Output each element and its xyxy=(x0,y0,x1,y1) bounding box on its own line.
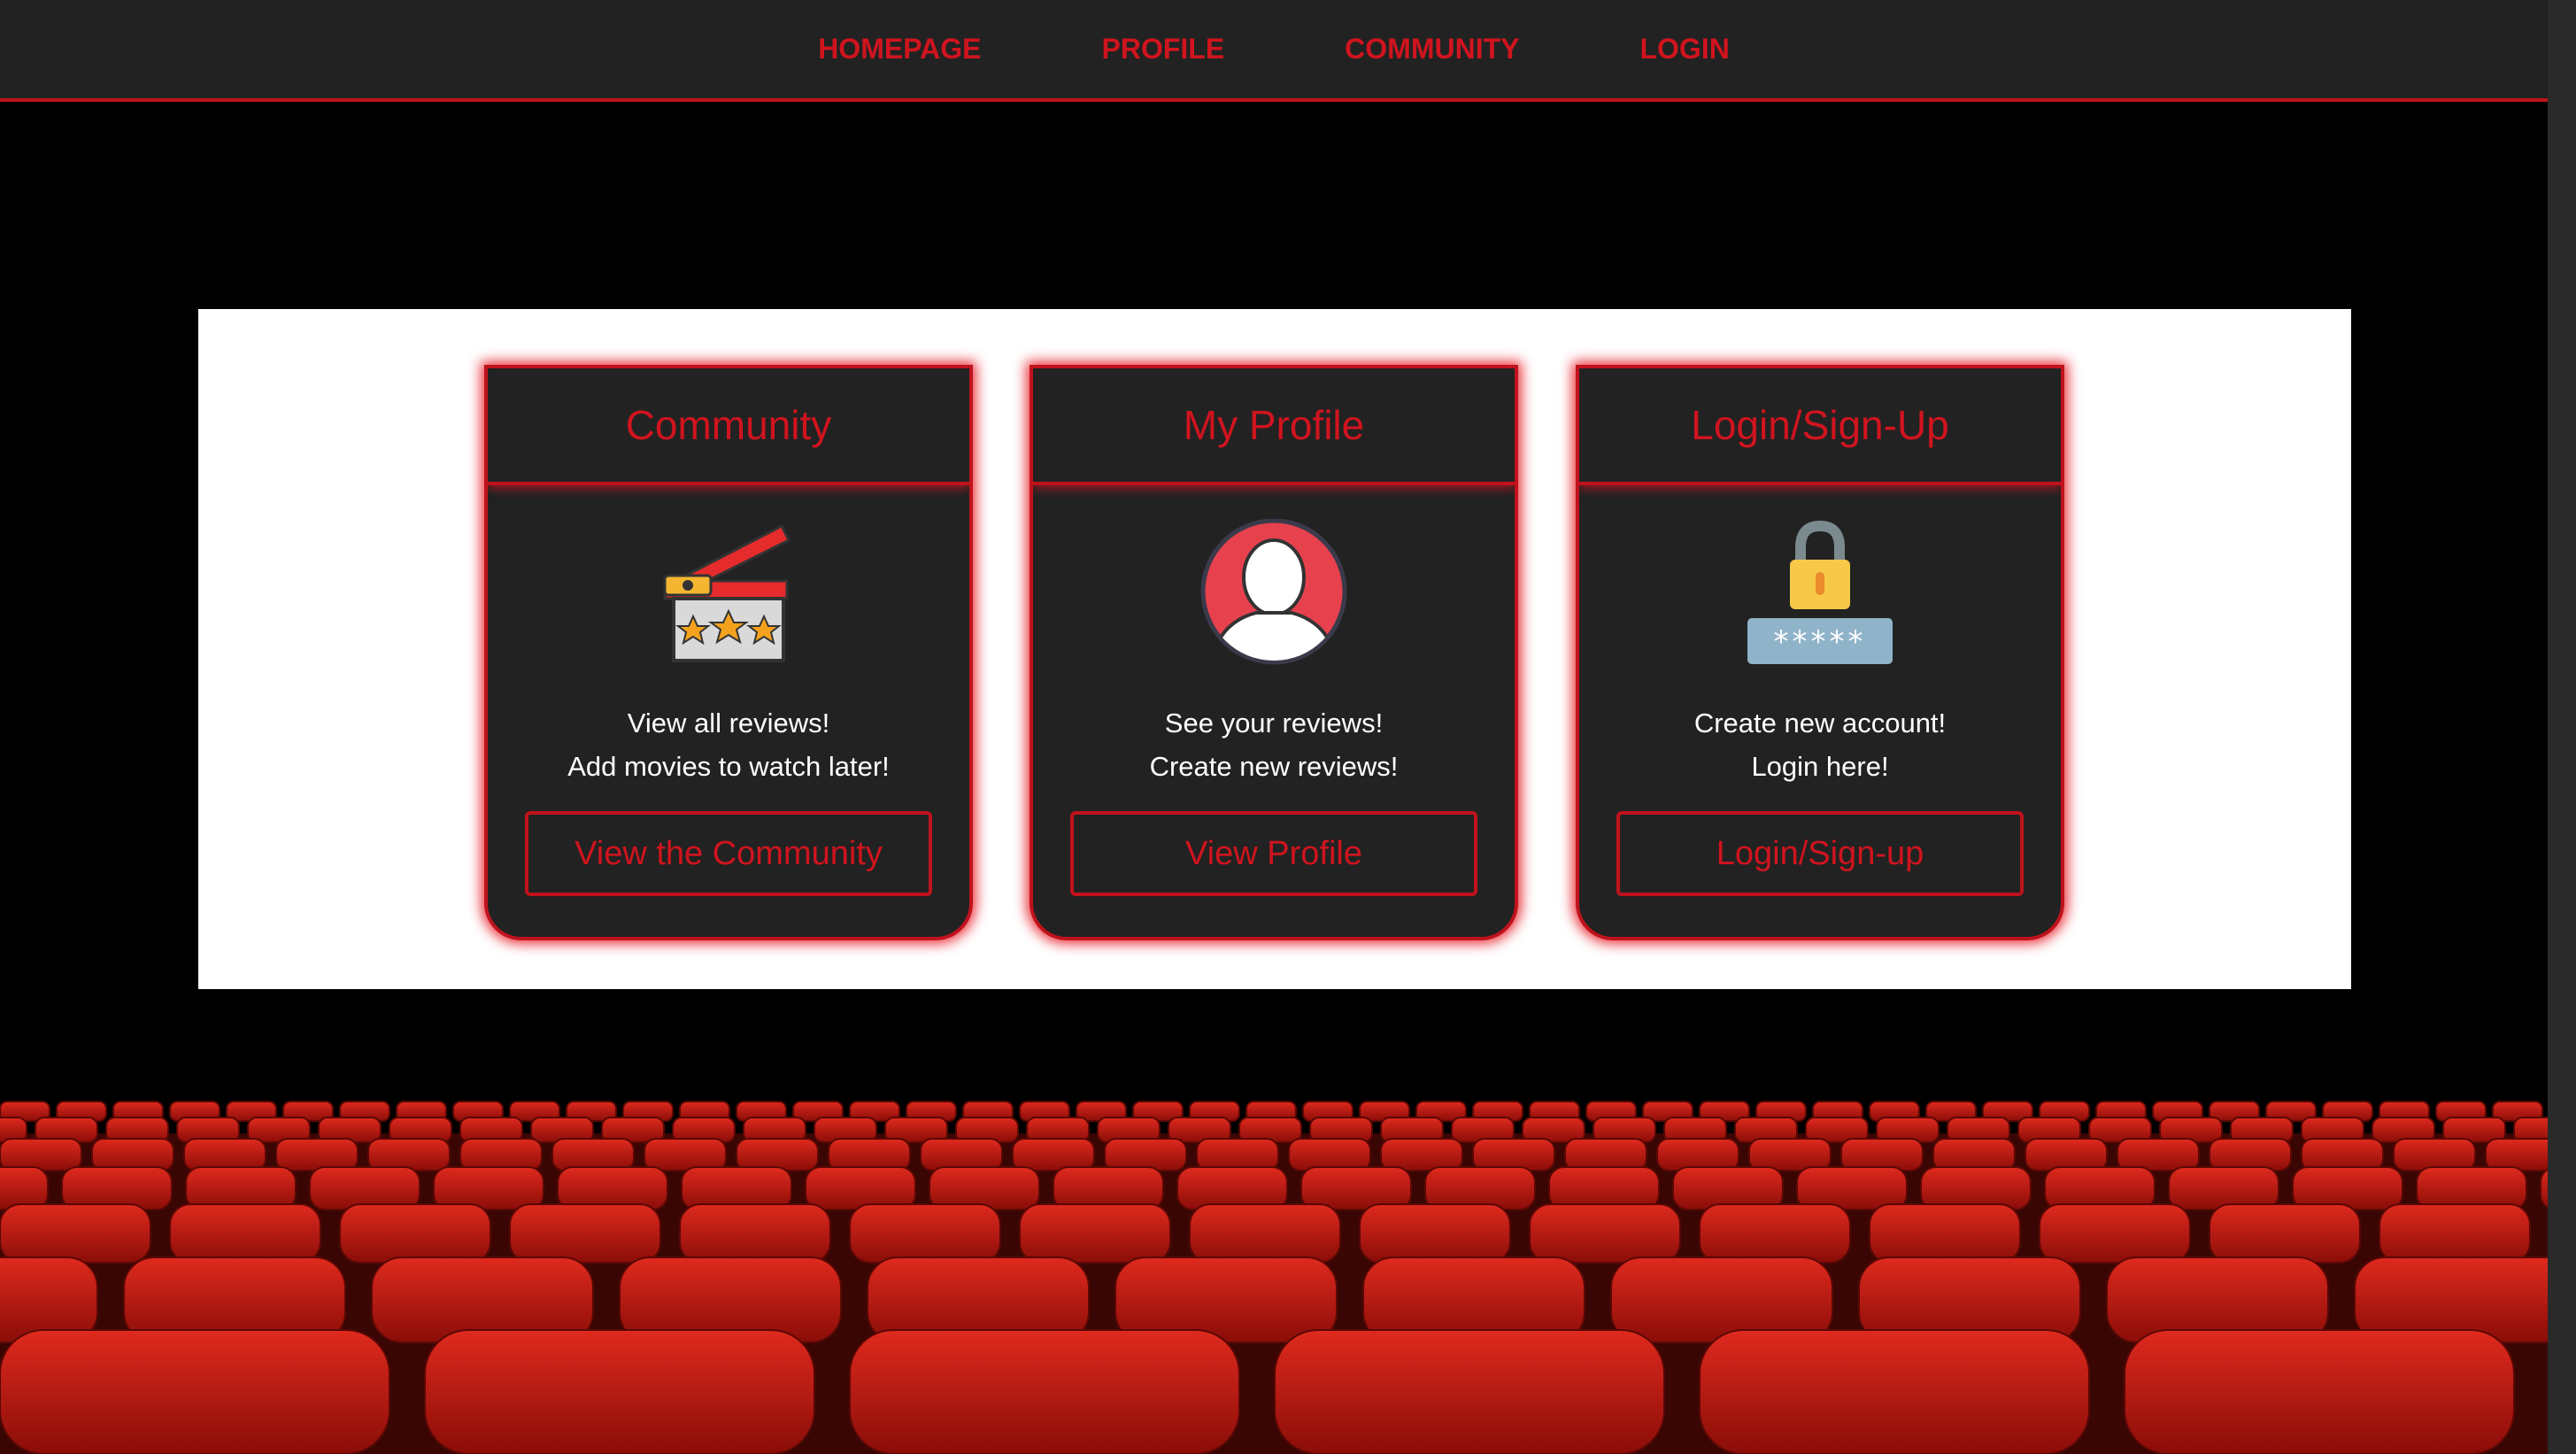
seat xyxy=(61,1166,173,1210)
seat xyxy=(679,1203,831,1264)
seat xyxy=(557,1166,668,1210)
seat xyxy=(1053,1166,1164,1210)
card-title: Community xyxy=(625,402,832,448)
seat xyxy=(2416,1166,2527,1210)
seat xyxy=(1424,1166,1536,1210)
clapperboard-stars-icon xyxy=(663,523,791,662)
seat xyxy=(1196,1138,1279,1172)
seat xyxy=(185,1166,297,1210)
seat xyxy=(805,1166,916,1210)
seat xyxy=(929,1166,1040,1210)
seat xyxy=(2209,1203,2361,1264)
seat xyxy=(2025,1138,2108,1172)
seat xyxy=(2379,1203,2531,1264)
seat xyxy=(2039,1203,2191,1264)
seat xyxy=(2124,1329,2515,1454)
login-signup-button[interactable]: Login/Sign-up xyxy=(1616,811,2024,896)
seat xyxy=(2209,1138,2292,1172)
seat xyxy=(1932,1138,2016,1172)
card-title: Login/Sign-Up xyxy=(1691,402,1949,448)
seat xyxy=(0,1329,390,1454)
nav-homepage[interactable]: HOMEPAGE xyxy=(818,33,981,66)
seat xyxy=(644,1138,727,1172)
user-avatar-icon xyxy=(1200,519,1347,665)
seat xyxy=(2168,1166,2279,1210)
seat xyxy=(1748,1138,1832,1172)
seat xyxy=(2393,1138,2476,1172)
nav-profile[interactable]: PROFILE xyxy=(1102,33,1225,66)
nav-login[interactable]: LOGIN xyxy=(1639,33,1729,66)
seat xyxy=(828,1138,911,1172)
login-card: Login/Sign-Up ***** Create new account! … xyxy=(1576,365,2064,940)
seat xyxy=(91,1138,174,1172)
seat xyxy=(1796,1166,1908,1210)
seat xyxy=(2044,1166,2156,1210)
view-profile-button[interactable]: View Profile xyxy=(1070,811,1477,896)
seat xyxy=(1920,1166,2032,1210)
seat xyxy=(1840,1138,1924,1172)
card-header: Community xyxy=(488,368,969,485)
seat xyxy=(2292,1166,2403,1210)
card-description: Create new account! Login here! xyxy=(1693,708,1947,782)
card-title: My Profile xyxy=(1183,402,1365,448)
seat xyxy=(1274,1329,1665,1454)
view-community-button[interactable]: View the Community xyxy=(525,811,932,896)
seat xyxy=(1176,1166,1288,1210)
card-description: See your reviews! Create new reviews! xyxy=(1149,708,1399,782)
seat xyxy=(424,1329,815,1454)
seat xyxy=(1529,1203,1681,1264)
seat xyxy=(849,1329,1240,1454)
card-header: My Profile xyxy=(1033,368,1515,485)
seat xyxy=(2301,1138,2384,1172)
scrollbar-track[interactable] xyxy=(2548,0,2576,1454)
cinema-screen-panel: Community View all reviews! Add movies t… xyxy=(198,309,2351,989)
seat xyxy=(0,1203,151,1264)
seat xyxy=(509,1203,661,1264)
seat xyxy=(1019,1203,1171,1264)
community-card: Community View all reviews! Add movies t… xyxy=(484,365,973,940)
nav-community[interactable]: COMMUNITY xyxy=(1345,33,1519,66)
seat xyxy=(2117,1138,2200,1172)
seat xyxy=(367,1138,451,1172)
seat xyxy=(1869,1203,2021,1264)
theater-seats-image xyxy=(0,1101,2548,1454)
seat xyxy=(1699,1203,1851,1264)
seat xyxy=(849,1203,1001,1264)
seat xyxy=(339,1203,491,1264)
seat xyxy=(1300,1166,1412,1210)
seat xyxy=(275,1138,359,1172)
lock-password-icon: ***** xyxy=(1747,520,1893,664)
card-description: View all reviews! Add movies to watch la… xyxy=(567,708,890,782)
seat xyxy=(169,1203,321,1264)
seat xyxy=(1672,1166,1784,1210)
seat xyxy=(2485,1138,2548,1172)
seat xyxy=(459,1138,543,1172)
seat xyxy=(1699,1329,2090,1454)
seat xyxy=(681,1166,792,1210)
top-navbar: HOMEPAGE PROFILE COMMUNITY LOGIN xyxy=(0,0,2548,102)
seat xyxy=(183,1138,266,1172)
seat xyxy=(736,1138,819,1172)
seat xyxy=(1656,1138,1739,1172)
seat xyxy=(1548,1166,1660,1210)
profile-card: My Profile See your reviews! Create new … xyxy=(1030,365,1518,940)
seat xyxy=(551,1138,635,1172)
seat xyxy=(1104,1138,1187,1172)
seat xyxy=(1189,1203,1341,1264)
seat xyxy=(1472,1138,1555,1172)
seat xyxy=(920,1138,1003,1172)
seat xyxy=(309,1166,420,1210)
seat xyxy=(1380,1138,1463,1172)
svg-text:*****: ***** xyxy=(1774,624,1867,660)
seat xyxy=(0,1166,49,1210)
seat xyxy=(0,1138,82,1172)
seat xyxy=(1012,1138,1095,1172)
seat xyxy=(1564,1138,1647,1172)
seat xyxy=(1288,1138,1371,1172)
seat xyxy=(433,1166,544,1210)
card-header: Login/Sign-Up xyxy=(1579,368,2061,485)
seat xyxy=(1359,1203,1511,1264)
